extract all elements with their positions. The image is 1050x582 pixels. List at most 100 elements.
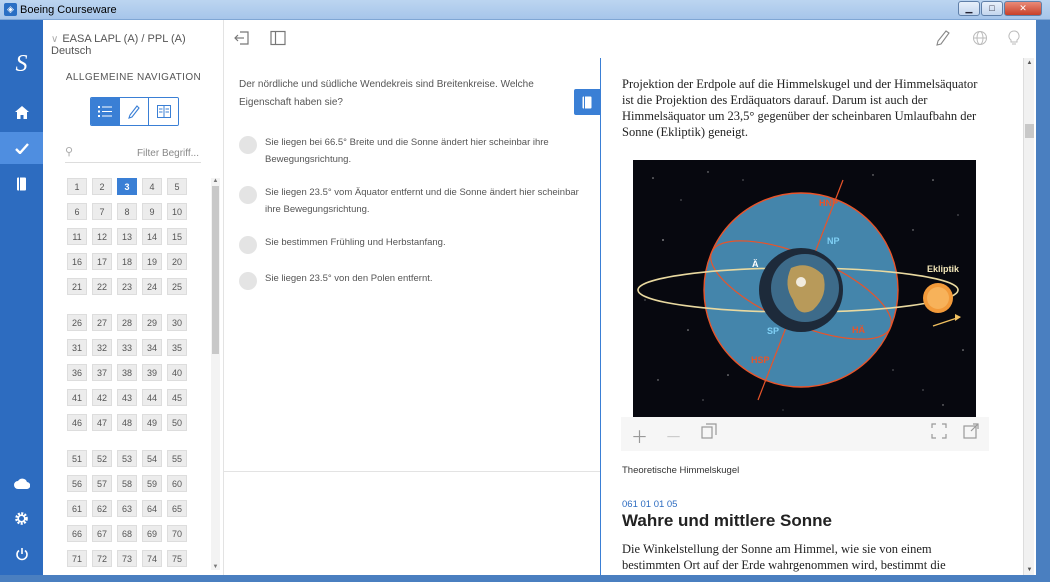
home-icon[interactable]: [0, 96, 43, 128]
question-number-button[interactable]: 36: [67, 364, 87, 381]
question-number-button[interactable]: 6: [67, 203, 87, 220]
question-number-button[interactable]: 53: [117, 450, 137, 467]
exit-icon[interactable]: [234, 30, 250, 50]
question-number-button[interactable]: 55: [167, 450, 187, 467]
question-number-button[interactable]: 24: [142, 278, 162, 295]
question-number-button[interactable]: 10: [167, 203, 187, 220]
question-number-button[interactable]: 37: [92, 364, 112, 381]
question-number-button[interactable]: 44: [142, 389, 162, 406]
scrollbar-thumb[interactable]: [1025, 124, 1034, 138]
question-number-button[interactable]: 40: [167, 364, 187, 381]
question-number-button[interactable]: 26: [67, 314, 87, 331]
list-view-button[interactable]: [91, 98, 120, 125]
celestial-sphere-figure[interactable]: HNP NP Ä Ekliptik SP HÄ HSP: [633, 160, 976, 417]
scroll-down-arrow-icon[interactable]: ▼: [1024, 567, 1035, 573]
question-number-button[interactable]: 70: [167, 525, 187, 542]
question-number-button[interactable]: 50: [167, 414, 187, 431]
question-number-button[interactable]: 54: [142, 450, 162, 467]
question-number-button[interactable]: 2: [92, 178, 112, 195]
zoom-in-icon[interactable]: ＋: [631, 423, 648, 448]
question-number-button[interactable]: 8: [117, 203, 137, 220]
question-number-button[interactable]: 72: [92, 550, 112, 567]
question-number-button[interactable]: 39: [142, 364, 162, 381]
question-number-button[interactable]: 31: [67, 339, 87, 356]
question-number-button[interactable]: 20: [167, 253, 187, 270]
filter-input[interactable]: [79, 146, 199, 160]
pen-icon[interactable]: [936, 30, 950, 50]
lightbulb-icon[interactable]: [1008, 30, 1020, 50]
question-number-button[interactable]: 12: [92, 228, 112, 245]
question-number-button[interactable]: 65: [167, 500, 187, 517]
question-number-button[interactable]: 18: [117, 253, 137, 270]
question-number-button[interactable]: 25: [167, 278, 187, 295]
question-number-button[interactable]: 28: [117, 314, 137, 331]
answer-radio[interactable]: [239, 136, 257, 154]
question-number-button[interactable]: 62: [92, 500, 112, 517]
answer-radio[interactable]: [239, 236, 257, 254]
question-number-button[interactable]: 23: [117, 278, 137, 295]
question-number-button[interactable]: 66: [67, 525, 87, 542]
globe-icon[interactable]: [972, 30, 988, 50]
navigation-scrollbar[interactable]: ▲ ▼: [211, 178, 220, 570]
question-number-button[interactable]: 48: [117, 414, 137, 431]
zoom-out-icon[interactable]: －: [665, 423, 682, 448]
answer-radio[interactable]: [239, 272, 257, 290]
question-number-button[interactable]: 34: [142, 339, 162, 356]
answer-option[interactable]: Sie liegen bei 66.5° Breite und die Sonn…: [239, 134, 584, 168]
question-number-button[interactable]: 67: [92, 525, 112, 542]
question-number-button[interactable]: 45: [167, 389, 187, 406]
question-number-button[interactable]: 59: [142, 475, 162, 492]
scroll-down-arrow-icon[interactable]: ▼: [211, 564, 220, 570]
minimize-button[interactable]: ▁: [958, 1, 980, 16]
question-number-button[interactable]: 7: [92, 203, 112, 220]
question-number-button[interactable]: 75: [167, 550, 187, 567]
question-number-button[interactable]: 47: [92, 414, 112, 431]
question-number-button[interactable]: 38: [117, 364, 137, 381]
question-number-button[interactable]: 3: [117, 178, 137, 195]
answer-option[interactable]: Sie liegen 23.5° von den Polen entfernt.: [239, 270, 584, 290]
answer-option[interactable]: Sie bestimmen Frühling und Herbstanfang.: [239, 234, 584, 254]
question-number-button[interactable]: 49: [142, 414, 162, 431]
fullscreen-icon[interactable]: [931, 423, 947, 444]
question-number-button[interactable]: 35: [167, 339, 187, 356]
cloud-icon[interactable]: [0, 467, 43, 499]
question-number-button[interactable]: 13: [117, 228, 137, 245]
question-number-button[interactable]: 46: [67, 414, 87, 431]
question-number-button[interactable]: 42: [92, 389, 112, 406]
question-number-button[interactable]: 27: [92, 314, 112, 331]
question-number-button[interactable]: 15: [167, 228, 187, 245]
question-number-button[interactable]: 4: [142, 178, 162, 195]
question-number-button[interactable]: 57: [92, 475, 112, 492]
question-number-button[interactable]: 5: [167, 178, 187, 195]
check-icon[interactable]: [0, 132, 43, 164]
maximize-button[interactable]: □: [981, 1, 1003, 16]
answer-radio[interactable]: [239, 186, 257, 204]
layout-panel-icon[interactable]: [270, 30, 286, 50]
question-number-button[interactable]: 11: [67, 228, 87, 245]
question-number-button[interactable]: 32: [92, 339, 112, 356]
gear-icon[interactable]: [0, 502, 43, 534]
question-number-button[interactable]: 64: [142, 500, 162, 517]
question-number-button[interactable]: 1: [67, 178, 87, 195]
question-number-button[interactable]: 73: [117, 550, 137, 567]
question-number-button[interactable]: 56: [67, 475, 87, 492]
question-number-button[interactable]: 41: [67, 389, 87, 406]
question-number-button[interactable]: 14: [142, 228, 162, 245]
question-number-button[interactable]: 22: [92, 278, 112, 295]
question-number-button[interactable]: 29: [142, 314, 162, 331]
course-selector[interactable]: ∨ EASA LAPL (A) / PPL (A) Deutsch: [51, 33, 223, 57]
question-number-button[interactable]: 71: [67, 550, 87, 567]
question-number-button[interactable]: 69: [142, 525, 162, 542]
question-number-button[interactable]: 63: [117, 500, 137, 517]
question-number-button[interactable]: 16: [67, 253, 87, 270]
question-number-button[interactable]: 60: [167, 475, 187, 492]
content-scrollbar[interactable]: ▲ ▼: [1023, 58, 1034, 575]
question-number-button[interactable]: 61: [67, 500, 87, 517]
question-number-button[interactable]: 33: [117, 339, 137, 356]
question-number-button[interactable]: 52: [92, 450, 112, 467]
question-number-button[interactable]: 43: [117, 389, 137, 406]
answer-option[interactable]: Sie liegen 23.5° vom Äquator entfernt un…: [239, 184, 584, 218]
question-number-button[interactable]: 58: [117, 475, 137, 492]
close-button[interactable]: ✕: [1004, 1, 1042, 16]
question-number-button[interactable]: 68: [117, 525, 137, 542]
